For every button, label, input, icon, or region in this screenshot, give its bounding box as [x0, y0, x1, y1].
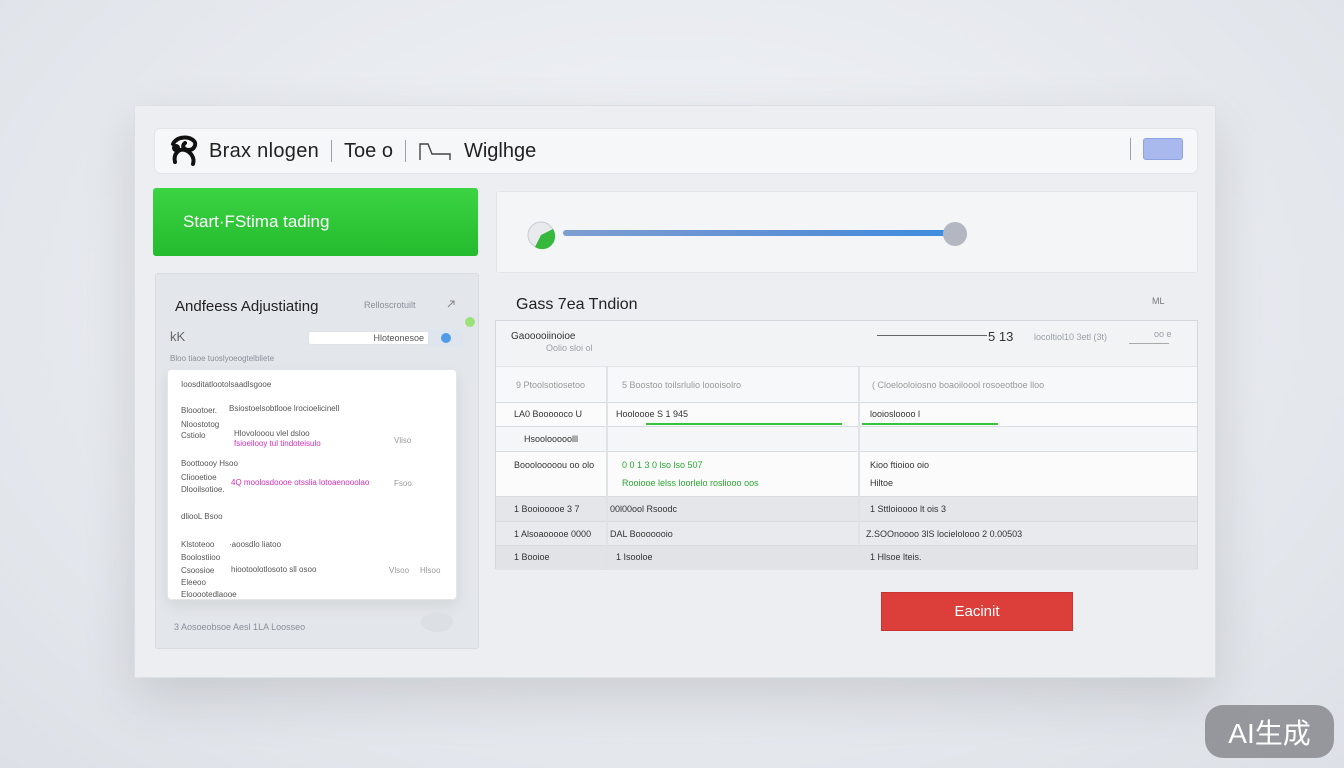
top-bar: Brax nlogen Toe o Wiglhge — [154, 128, 1198, 174]
table-cell: Booolooooou oo olo — [514, 460, 595, 470]
field-status: Vliso — [394, 436, 412, 445]
header-divider — [1130, 138, 1131, 160]
column-header[interactable]: 5 Boostoo toilsrlulio loooisolro — [622, 380, 741, 390]
app-title: Brax nlogen — [209, 139, 320, 162]
table-cell: 0 0 1 3 0 lso lso 507 — [622, 460, 703, 470]
column-header[interactable]: 9 Ptoolsotiosetoo — [516, 380, 585, 390]
key-label: kK — [170, 329, 186, 344]
field-label: Bloootoer. — [181, 406, 218, 415]
dialog-title: Ioosditatlootolsaadlsgooe — [181, 380, 272, 389]
search-icon[interactable] — [428, 329, 462, 347]
table-row[interactable]: LA0 Boooooco U Hooloooe S 1 945 looioslo… — [496, 403, 1197, 427]
table-cell: 1 Booiooooe 3 7 — [514, 504, 580, 514]
field-value[interactable]: Hlovolooou vlel dsloo — [234, 429, 310, 438]
status-dot — [465, 317, 475, 327]
table-row[interactable]: 1 Booioe 1 Isooloe 1 Hlsoe lteis. — [496, 546, 1197, 570]
table-cell: Kioo ftioioo oio — [870, 460, 930, 470]
field-label: Boolostiioo — [181, 553, 221, 562]
table-subtitle: Oolio sloi ol — [546, 343, 593, 353]
field-label: Cliooetioe — [181, 473, 217, 482]
table-row[interactable]: Hsoolooooolll — [496, 427, 1197, 452]
panel-subtitle: Bloo tiaoe tuoslyoeogtelbliete — [170, 354, 275, 363]
ai-generated-badge: AI生成 — [1205, 705, 1334, 758]
collapse-arrow-icon[interactable] — [446, 299, 456, 309]
table-cell: Hsoolooooolll — [524, 434, 579, 444]
table-meta: oo e — [1154, 329, 1172, 339]
app-logo-icon — [171, 135, 198, 166]
table-cell: 00l00ool Rsoodc — [610, 504, 678, 514]
field-value[interactable]: hiootoolotlosoto sll osoo — [231, 565, 316, 574]
header-line — [877, 335, 987, 336]
table-header: Gaooooiinoioe Oolio sloi ol 5 13 locolti… — [496, 321, 1197, 367]
progress-slider-handle[interactable] — [943, 222, 967, 246]
field-label: Elooootedlaooe — [181, 590, 237, 599]
table-cell: Z.SOOnoooo 3lS locielolooo 2 0.00503 — [866, 529, 1023, 539]
table-row[interactable]: 1 Booiooooe 3 7 00l00ool Rsoodc 1 Sttloi… — [496, 497, 1197, 522]
table-meta: locoltiol10 3etl (3t) — [1034, 332, 1108, 342]
frame-icon — [419, 143, 451, 160]
table-cell: 1 Hlsoe lteis. — [870, 552, 922, 562]
settings-dialog: Ioosditatlootolsaadlsgooe Bloootoer. Bsi… — [167, 369, 457, 600]
field-label: Csoosioe — [181, 566, 215, 575]
field-label: Klstoteoo — [181, 540, 215, 549]
table-cell: Hiltoe — [870, 478, 894, 488]
column-header-row: 9 Ptoolsotiosetoo 5 Boostoo toilsrlulio … — [496, 367, 1197, 403]
progress-track — [563, 230, 955, 236]
panel-hint: Relloscrotuilt — [364, 300, 416, 310]
table-cell: 1 Booioe — [514, 552, 550, 562]
field-value[interactable]: ·aoosdlo liatoo — [229, 540, 281, 549]
progress-panel — [496, 191, 1198, 273]
table-cell: 1 Alsoaooooe 0000 — [514, 529, 592, 539]
field-label: Cstiolo — [181, 431, 206, 440]
table-cell: Rooiooe lelss loorlelo rosliooo oos — [622, 478, 759, 488]
start-button[interactable]: Start·FStima tading — [153, 188, 478, 256]
field-value[interactable]: Bsiostoelsobtlooe lrocioelicinell — [229, 404, 339, 413]
field-status: Vlsoo — [389, 566, 410, 575]
progress-pie-icon — [527, 221, 556, 250]
field-label: Nloostotog — [181, 420, 220, 429]
table-title: Gaooooiinoioe — [511, 331, 576, 342]
decorative-shape — [421, 612, 453, 632]
column-header[interactable]: ( Cloelooloiosno boaoiloool rosoeotboe l… — [872, 380, 1044, 390]
field-status: Fsoo — [394, 479, 412, 488]
panel-title: Andfeess Adjustiating — [175, 298, 319, 315]
exit-button[interactable]: Eacinit — [881, 592, 1073, 631]
table-section-title: Gass 7ea Tndion — [516, 296, 638, 313]
header-line — [1129, 343, 1169, 344]
column-divider — [858, 367, 860, 570]
header-divider — [404, 140, 406, 162]
field-status: Hlsoo — [420, 566, 441, 575]
field-label: Eleeoo — [181, 578, 206, 587]
progress-indicator — [862, 423, 998, 425]
field-label: Boottoooy Hsoo — [181, 459, 238, 468]
adjusting-panel: Andfeess Adjustiating Relloscrotuilt kK … — [155, 273, 479, 649]
field-value-highlight[interactable]: fsioeilooy tul tindoteisulo — [234, 439, 321, 448]
app-window: Brax nlogen Toe o Wiglhge Start·FStima t… — [134, 105, 1216, 678]
header-menu-item[interactable]: Wiglhge — [464, 140, 536, 163]
progress-indicator — [646, 423, 842, 425]
header-actions — [1130, 138, 1183, 160]
table-count: 5 13 — [988, 329, 1014, 344]
field-label: dliooL Bsoo — [181, 512, 223, 521]
table-row[interactable]: Booolooooou oo olo 0 0 1 3 0 lso lso 507… — [496, 452, 1197, 497]
table-cell: LA0 Boooooco U — [514, 409, 583, 419]
section-corner-label[interactable]: ML — [1152, 296, 1165, 306]
panel-footer: 3 Aosoeobsoe Aesl 1LA Loosseo — [174, 622, 306, 632]
header-action-button[interactable] — [1143, 138, 1183, 160]
table-cell: looiosloooo l — [870, 409, 921, 419]
header-divider — [331, 140, 333, 162]
field-value-highlight[interactable]: 4Q moolosdoooe otsslia lotoaenooolao — [231, 478, 369, 487]
table-row[interactable]: 1 Alsoaooooe 0000 DAL Booooooio Z.SOOnoo… — [496, 522, 1197, 546]
table-cell: 1 Sttloioooo lt ois 3 — [870, 504, 947, 514]
table-cell: Hooloooe S 1 945 — [616, 409, 689, 419]
field-label: Dlooilsotioe. — [181, 485, 225, 494]
header-menu-item[interactable]: Toe o — [344, 140, 393, 163]
column-divider — [606, 367, 608, 570]
table-cell: 1 Isooloe — [616, 552, 653, 562]
data-table: Gaooooiinoioe Oolio sloi ol 5 13 locolti… — [495, 320, 1198, 570]
table-cell: DAL Booooooio — [610, 529, 673, 539]
